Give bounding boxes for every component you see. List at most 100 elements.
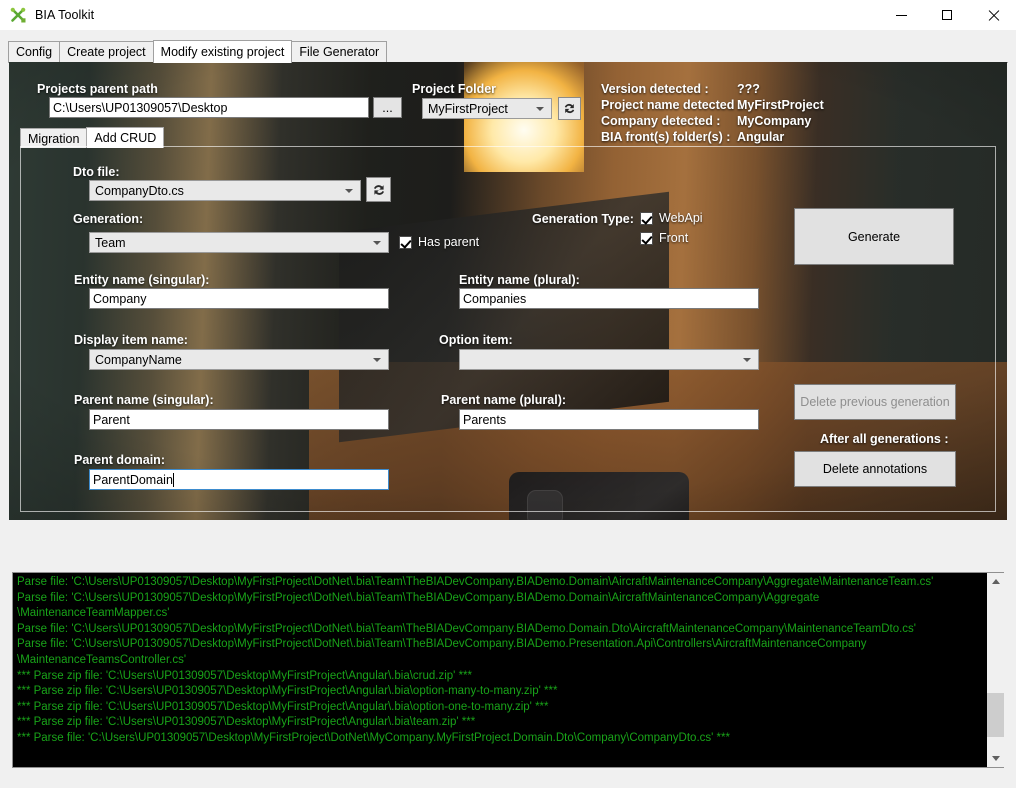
parent-name-plural-input[interactable]: Parents xyxy=(459,409,759,430)
console-log-line: Parse file: 'C:\Users\UP01309057\Desktop… xyxy=(17,591,820,604)
scroll-up-icon xyxy=(991,579,1000,584)
console-log-line: \MaintenanceTeamsController.cs' xyxy=(17,653,187,666)
app-window: BIA Toolkit Config Create project Modify… xyxy=(0,0,1016,788)
generation-type-webapi-checkbox[interactable]: WebApi xyxy=(640,211,703,225)
console-log-line: Parse file: 'C:\Users\UP01309057\Desktop… xyxy=(17,576,934,588)
has-parent-checkbox[interactable]: Has parent xyxy=(399,235,479,249)
dto-file-label: Dto file: xyxy=(73,165,120,179)
generation-select[interactable]: Team xyxy=(89,232,389,253)
project-name-detected-label: Project name detected : xyxy=(601,98,743,112)
console-log[interactable]: Parse file: 'C:\Users\UP01309057\Desktop… xyxy=(13,573,986,767)
bia-front-folders-value: Angular xyxy=(737,130,785,144)
option-item-select[interactable] xyxy=(459,349,759,370)
display-item-name-select[interactable]: CompanyName xyxy=(89,349,389,370)
generation-label: Generation: xyxy=(73,212,144,226)
scroll-down-button[interactable] xyxy=(987,750,1004,767)
tab-config[interactable]: Config xyxy=(8,41,61,62)
console-scrollbar[interactable] xyxy=(986,573,1004,767)
status-strip xyxy=(0,770,1016,788)
parent-domain-label: Parent domain: xyxy=(74,453,165,467)
display-item-name-value: CompanyName xyxy=(95,352,182,367)
parent-domain-input[interactable]: ParentDomain xyxy=(89,469,389,490)
generation-type-front-checkbox[interactable]: Front xyxy=(640,231,688,245)
delete-annotations-button[interactable]: Delete annotations xyxy=(794,451,956,487)
tab-file-generator[interactable]: File Generator xyxy=(291,41,388,62)
console-log-line: *** Parse zip file: 'C:\Users\UP01309057… xyxy=(17,716,476,729)
entity-name-plural-label: Entity name (plural): xyxy=(459,273,580,287)
console-log-line: *** Parse file: 'C:\Users\UP01309057\Des… xyxy=(17,731,730,744)
main-content-panel: Projects parent path C:\Users\UP01309057… xyxy=(9,62,1007,520)
main-tab-strip: Config Create project Modify existing pr… xyxy=(8,40,1008,63)
console-log-line: Parse file: 'C:\Users\UP01309057\Desktop… xyxy=(17,638,867,651)
close-icon xyxy=(988,10,999,21)
tab-label: Create project xyxy=(67,45,146,59)
chevron-down-icon xyxy=(536,106,544,111)
bia-front-folders-label: BIA front(s) folder(s) : xyxy=(601,130,731,144)
close-button[interactable] xyxy=(970,0,1016,30)
after-all-generations-label: After all generations : xyxy=(820,432,949,446)
projects-parent-path-value: C:\Users\UP01309057\Desktop xyxy=(53,100,228,115)
entity-name-singular-label: Entity name (singular): xyxy=(74,273,210,287)
has-parent-label: Has parent xyxy=(418,235,480,249)
generate-label: Generate xyxy=(847,229,901,244)
scroll-down-icon xyxy=(991,756,1000,761)
parent-name-singular-input[interactable]: Parent xyxy=(89,409,389,430)
console-log-line: *** Parse zip file: 'C:\Users\UP01309057… xyxy=(17,685,558,698)
refresh-icon xyxy=(564,103,575,114)
tab-label: Config xyxy=(16,45,53,59)
subtab-label: Add CRUD xyxy=(94,131,157,145)
entity-name-singular-value: Company xyxy=(93,291,147,306)
text-caret xyxy=(172,472,174,487)
project-folder-select[interactable]: MyFirstProject xyxy=(422,98,552,119)
parent-domain-value: ParentDomain xyxy=(93,472,173,487)
subtab-add-crud[interactable]: Add CRUD xyxy=(86,127,165,148)
browse-button[interactable]: ... xyxy=(373,97,402,118)
option-item-label: Option item: xyxy=(439,333,513,347)
project-folder-value: MyFirstProject xyxy=(428,101,508,116)
console-log-line: *** Parse zip file: 'C:\Users\UP01309057… xyxy=(17,669,473,682)
app-tools-icon xyxy=(9,6,27,24)
console-log-line: \MaintenanceTeamMapper.cs' xyxy=(17,607,170,620)
tab-create-project[interactable]: Create project xyxy=(59,41,154,62)
scroll-up-button[interactable] xyxy=(987,573,1004,590)
sub-tab-strip: Migration Add CRUD xyxy=(20,127,165,148)
window-title: BIA Toolkit xyxy=(35,8,95,22)
parent-name-plural-label: Parent name (plural): xyxy=(441,393,567,407)
maximize-button[interactable] xyxy=(924,0,970,30)
tab-modify-existing-project[interactable]: Modify existing project xyxy=(152,40,293,63)
version-detected-label: Version detected : xyxy=(601,82,709,96)
generation-type-label: Generation Type: xyxy=(532,212,634,226)
display-item-name-label: Display item name: xyxy=(74,333,188,347)
dto-file-select[interactable]: CompanyDto.cs xyxy=(89,180,361,201)
project-name-detected-value: MyFirstProject xyxy=(737,98,824,112)
entity-name-singular-input[interactable]: Company xyxy=(89,288,389,309)
dto-file-refresh-button[interactable] xyxy=(366,177,391,202)
browse-label: ... xyxy=(382,100,393,115)
scrollbar-thumb[interactable] xyxy=(987,693,1004,737)
title-bar: BIA Toolkit xyxy=(0,0,1016,30)
parent-name-singular-label: Parent name (singular): xyxy=(74,393,214,407)
console-log-line: *** Parse zip file: 'C:\Users\UP01309057… xyxy=(17,700,549,713)
subtab-label: Migration xyxy=(28,131,80,146)
chevron-down-icon xyxy=(743,357,751,362)
delete-previous-generation-button[interactable]: Delete previous generation xyxy=(794,384,956,420)
tab-label: File Generator xyxy=(299,45,380,59)
refresh-icon xyxy=(373,184,384,195)
generate-button[interactable]: Generate xyxy=(794,208,954,265)
delete-annotations-label: Delete annotations xyxy=(822,462,928,476)
project-folder-label: Project Folder xyxy=(412,82,497,96)
entity-name-plural-input[interactable]: Companies xyxy=(459,288,759,309)
subtab-migration[interactable]: Migration xyxy=(20,128,88,148)
generation-value: Team xyxy=(95,235,126,250)
projects-parent-path-input[interactable]: C:\Users\UP01309057\Desktop xyxy=(49,97,369,118)
chevron-down-icon xyxy=(373,357,381,362)
project-folder-refresh-button[interactable] xyxy=(558,97,581,120)
minimize-button[interactable] xyxy=(878,0,924,30)
parent-name-singular-value: Parent xyxy=(93,412,130,427)
company-detected-value: MyCompany xyxy=(737,114,812,128)
has-parent-check-icon xyxy=(399,235,412,249)
front-check-icon xyxy=(640,231,653,245)
tab-label: Modify existing project xyxy=(160,45,285,59)
footer-bar: Save settings xyxy=(0,522,1016,570)
front-label: Front xyxy=(659,231,689,245)
